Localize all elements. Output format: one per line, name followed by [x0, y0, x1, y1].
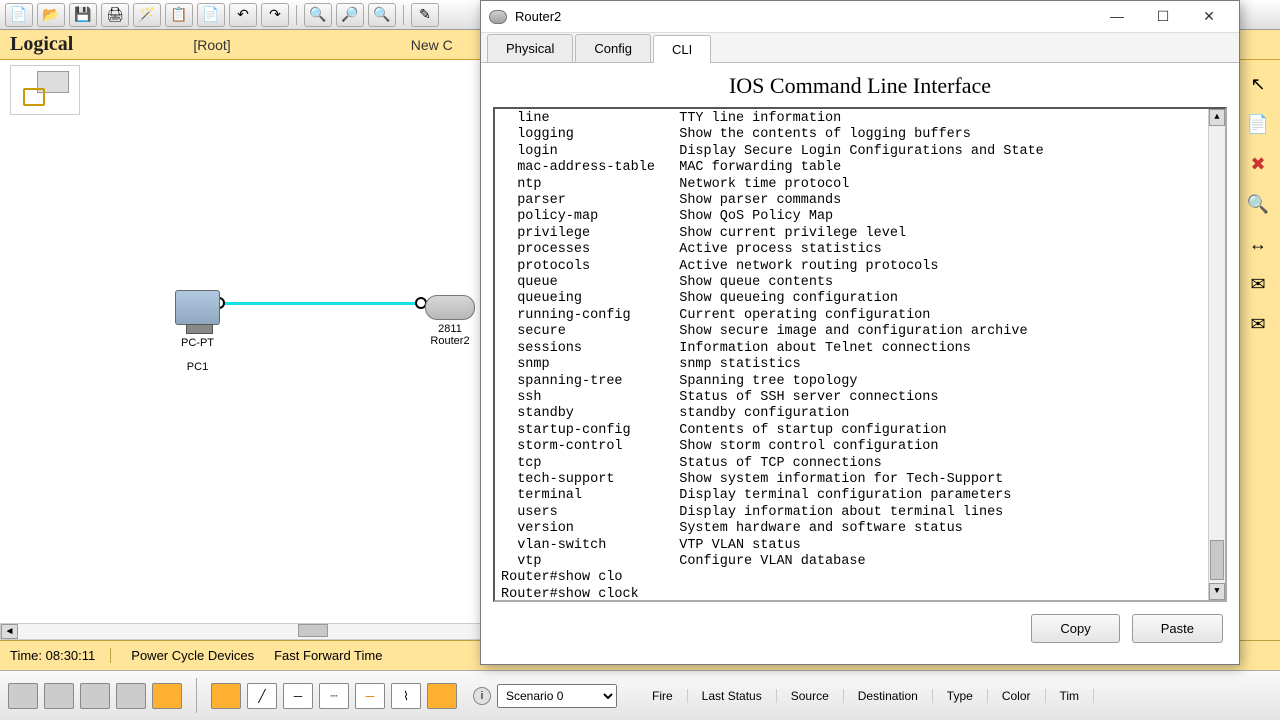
- zoom-reset-button[interactable]: 🔎: [336, 3, 364, 27]
- open-file-button[interactable]: 📂: [37, 3, 65, 27]
- col-destination: Destination: [844, 689, 933, 703]
- cli-output[interactable]: line TTY line information logging Show t…: [495, 109, 1225, 602]
- fast-forward-button[interactable]: Fast Forward Time: [274, 648, 382, 663]
- palette-console-cable-icon[interactable]: ╱: [247, 683, 277, 709]
- pc-type-label: PC-PT: [170, 337, 225, 349]
- cli-terminal[interactable]: line TTY line information logging Show t…: [493, 107, 1227, 602]
- palette-router-icon[interactable]: [8, 683, 38, 709]
- col-time: Tim: [1046, 689, 1095, 703]
- cli-scroll-thumb[interactable]: [1210, 540, 1224, 580]
- wizard-button[interactable]: 🪄: [133, 3, 161, 27]
- window-titlebar[interactable]: Router2 — ☐ ✕: [481, 1, 1239, 33]
- undo-button[interactable]: ↶: [229, 3, 257, 27]
- scroll-left-button[interactable]: ◄: [1, 624, 18, 639]
- palette-phone-cable-icon[interactable]: ⌇: [391, 683, 421, 709]
- place-note-tool[interactable]: 📄: [1244, 110, 1272, 138]
- delete-tool[interactable]: ✖: [1244, 150, 1272, 178]
- window-title: Router2: [515, 9, 1095, 24]
- complex-pdu-tool[interactable]: ✉: [1244, 310, 1272, 338]
- col-source: Source: [777, 689, 844, 703]
- config-tabs: Physical Config CLI: [481, 33, 1239, 63]
- cli-scrollbar[interactable]: ▲ ▼: [1208, 109, 1225, 600]
- palette-connections-icon[interactable]: [152, 683, 182, 709]
- pc-icon: [175, 290, 220, 325]
- palette-switch-icon[interactable]: [44, 683, 74, 709]
- cli-scroll-down[interactable]: ▼: [1209, 583, 1225, 600]
- tab-physical[interactable]: Physical: [487, 34, 573, 62]
- power-cycle-button[interactable]: Power Cycle Devices: [131, 648, 254, 663]
- save-button[interactable]: 💾: [69, 3, 97, 27]
- print-button[interactable]: 🖨: [101, 3, 129, 27]
- cli-heading: IOS Command Line Interface: [481, 73, 1239, 99]
- maximize-button[interactable]: ☐: [1141, 3, 1185, 31]
- scenario-info-icon[interactable]: i: [473, 687, 491, 705]
- pc-hostname-label: PC1: [170, 361, 225, 373]
- palette-auto-connect-icon[interactable]: [211, 683, 241, 709]
- paste-button[interactable]: 📄: [197, 3, 225, 27]
- col-color: Color: [988, 689, 1046, 703]
- logical-view-label[interactable]: Logical: [10, 33, 73, 56]
- palette-wireless-icon[interactable]: [116, 683, 146, 709]
- toolbar-separator: [296, 5, 297, 25]
- palette-fiber-cable-icon[interactable]: ─: [355, 683, 385, 709]
- zoom-out-button[interactable]: 🔍: [368, 3, 396, 27]
- palette-separator: [196, 678, 197, 713]
- sim-time-label: Time: 08:30:11: [10, 648, 111, 663]
- router-icon: [425, 295, 475, 320]
- ethernet-link[interactable]: [215, 302, 425, 305]
- tab-config[interactable]: Config: [575, 34, 651, 62]
- col-fire: Fire: [638, 689, 688, 703]
- router-config-window: Router2 — ☐ ✕ Physical Config CLI IOS Co…: [480, 0, 1240, 665]
- palette-coax-cable-icon[interactable]: [427, 683, 457, 709]
- scroll-thumb[interactable]: [298, 624, 328, 637]
- root-breadcrumb[interactable]: [Root]: [193, 37, 230, 53]
- new-cluster-label[interactable]: New C: [411, 37, 453, 53]
- router-model-label: 2811: [420, 323, 480, 335]
- logical-nav-icon[interactable]: [10, 65, 80, 115]
- router-hostname-label: Router2: [420, 335, 480, 347]
- tab-cli[interactable]: CLI: [653, 35, 711, 63]
- palette-straight-cable-icon[interactable]: ─: [283, 683, 313, 709]
- cli-paste-button[interactable]: Paste: [1132, 614, 1223, 643]
- draw-button[interactable]: ✎: [411, 3, 439, 27]
- pc-device[interactable]: PC-PT PC1: [170, 290, 225, 373]
- pdu-list-header: Fire Last Status Source Destination Type…: [638, 689, 1094, 703]
- col-last-status: Last Status: [688, 689, 777, 703]
- router-device[interactable]: 2811 Router2: [420, 295, 480, 347]
- minimize-button[interactable]: —: [1095, 3, 1139, 31]
- close-button[interactable]: ✕: [1187, 3, 1231, 31]
- inspect-tool[interactable]: 🔍: [1244, 190, 1272, 218]
- right-toolbar: ↖ 📄 ✖ 🔍 ↔ ✉ ✉: [1235, 60, 1280, 640]
- col-type: Type: [933, 689, 988, 703]
- select-tool[interactable]: ↖: [1244, 70, 1272, 98]
- scenario-select[interactable]: Scenario 0: [497, 684, 617, 708]
- palette-cross-cable-icon[interactable]: ┈: [319, 683, 349, 709]
- device-palette: ╱ ─ ┈ ─ ⌇ i Scenario 0 Fire Last Status …: [0, 670, 1280, 720]
- toolbar-separator: [403, 5, 404, 25]
- simple-pdu-tool[interactable]: ✉: [1244, 270, 1272, 298]
- cli-copy-button[interactable]: Copy: [1031, 614, 1119, 643]
- palette-hub-icon[interactable]: [80, 683, 110, 709]
- resize-tool[interactable]: ↔: [1244, 230, 1272, 258]
- redo-button[interactable]: ↷: [261, 3, 289, 27]
- copy-button[interactable]: 📋: [165, 3, 193, 27]
- new-file-button[interactable]: 📄: [5, 3, 33, 27]
- window-router-icon: [489, 10, 507, 24]
- zoom-in-button[interactable]: 🔍: [304, 3, 332, 27]
- cli-scroll-up[interactable]: ▲: [1209, 109, 1225, 126]
